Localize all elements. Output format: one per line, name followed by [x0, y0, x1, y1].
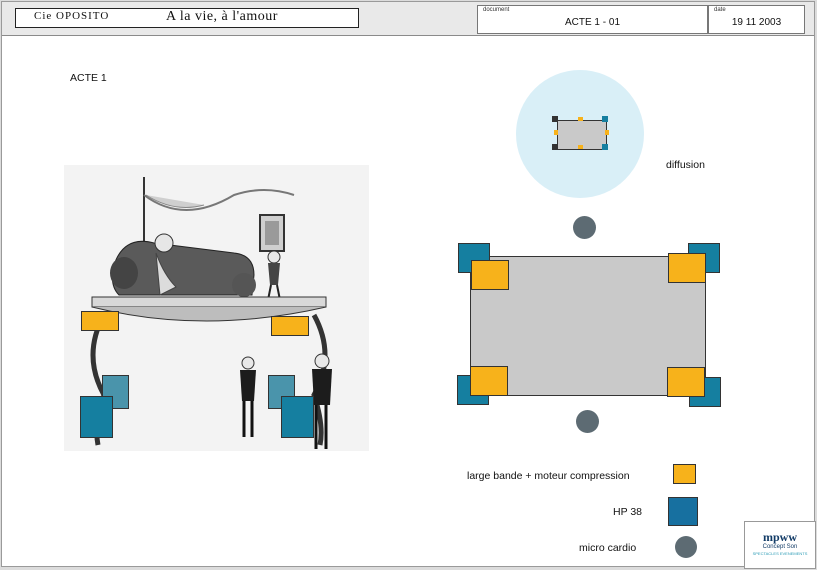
document-cell: document ACTE 1 - 01 — [477, 5, 708, 34]
plan-page: Cie OPOSITO A la vie, à l'amour document… — [1, 1, 816, 569]
date-key: date — [714, 7, 726, 13]
diffusion-speaker-bl — [552, 144, 558, 150]
speaker-large-band-right — [271, 316, 309, 336]
speaker-large-band-left — [81, 311, 119, 331]
speaker-hp38-right-front — [281, 396, 314, 438]
mpww-logo: mpww Concept Son SPECTACLES EVENEMENTS — [744, 521, 816, 569]
logo-tagline: SPECTACLES EVENEMENTS — [752, 551, 808, 556]
legend-grey-circle-icon — [675, 536, 697, 558]
legend-blue-square-icon — [668, 497, 698, 526]
logo-sub: Concept Son — [762, 544, 798, 550]
micro-cardio-upstage — [573, 216, 596, 239]
show-title: A la vie, à l'amour — [166, 9, 278, 24]
document-value: ACTE 1 - 01 — [564, 17, 621, 28]
legend-label-hp38: HP 38 — [613, 506, 642, 518]
diffusion-speaker-bm — [578, 145, 583, 149]
diffusion-speaker-tl — [552, 116, 558, 122]
title-box: Cie OPOSITO A la vie, à l'amour — [15, 8, 359, 28]
company-name: Cie OPOSITO — [34, 10, 110, 22]
diffusion-label: diffusion — [666, 159, 705, 171]
legend-label-large-band: large bande + moteur compression — [467, 470, 630, 482]
stage-large-band-top-left — [471, 260, 509, 290]
speaker-hp38-left-front — [80, 396, 113, 438]
legend-label-micro-cardio: micro cardio — [579, 542, 637, 554]
stage-large-band-bottom-left — [470, 366, 508, 396]
title-block: Cie OPOSITO A la vie, à l'amour document… — [2, 2, 814, 36]
micro-cardio-downstage — [576, 410, 599, 433]
date-cell: date 19 11 2003 — [708, 5, 805, 34]
diffusion-speaker-ml — [554, 130, 558, 135]
diffusion-speaker-mr — [605, 130, 609, 135]
date-value: 19 11 2003 — [731, 17, 782, 28]
diffusion-speaker-br — [602, 144, 608, 150]
diffusion-speaker-tm — [578, 117, 583, 121]
legend-orange-square-icon — [673, 464, 696, 484]
diffusion-speaker-tr — [602, 116, 608, 122]
logo-name: mpww — [762, 530, 797, 544]
stage-large-band-bottom-right — [667, 367, 705, 397]
stage-large-band-top-right — [668, 253, 706, 283]
document-key: document — [483, 7, 510, 13]
act-label: ACTE 1 — [70, 72, 107, 84]
